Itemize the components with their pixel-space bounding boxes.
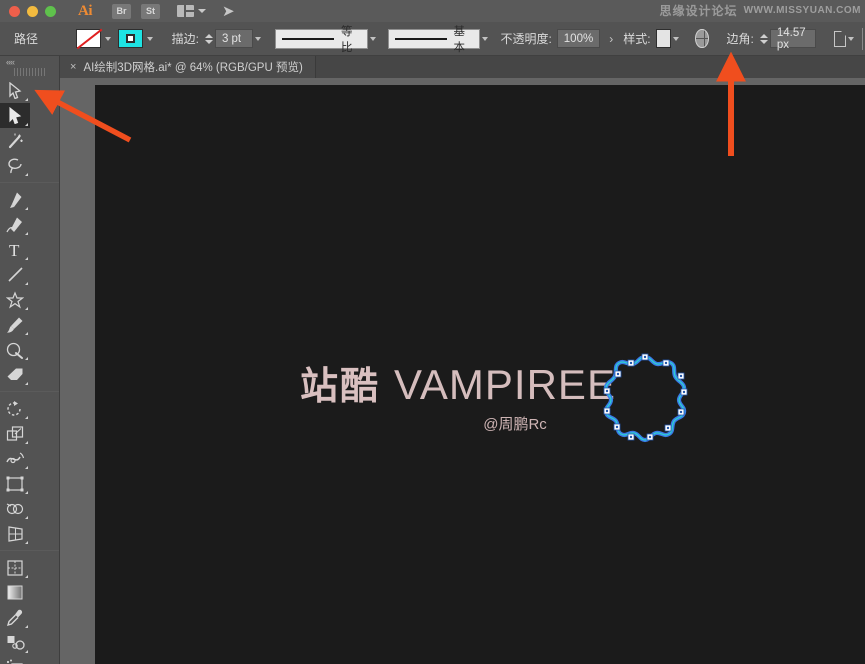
fill-control[interactable] (75, 29, 116, 48)
tool-symbol-sprayer[interactable] (0, 655, 30, 664)
window-controls[interactable] (9, 5, 56, 17)
brush-preview-line (394, 37, 447, 40)
close-icon[interactable]: × (70, 61, 76, 73)
tools-panel-drag-grip[interactable] (14, 68, 45, 76)
tool-perspective-grid[interactable] (0, 521, 30, 546)
forum-watermark: 思缘设计论坛 WWW.MISSYUAN.COM (660, 2, 861, 19)
selection-type-label: 路径 (14, 32, 39, 46)
opacity-more-button[interactable]: › (609, 32, 613, 46)
canvas-workspace[interactable]: 站酷 VAMPIREE @周鹏Rc (60, 78, 865, 664)
tool-curvature[interactable] (0, 212, 30, 237)
document-tab[interactable]: × AI绘制3D网格.ai* @ 64% (RGB/GPU 预览) (60, 56, 316, 78)
stock-button[interactable]: St (141, 3, 160, 19)
fill-swatch[interactable] (75, 29, 101, 48)
arrange-documents-icon (177, 5, 194, 17)
tool-paintbrush[interactable] (0, 312, 30, 337)
document-setup-icon[interactable] (834, 30, 847, 47)
document-setup-dropdown-icon[interactable] (846, 29, 856, 48)
tool-selection[interactable] (0, 103, 30, 128)
graphic-style-swatch[interactable] (655, 29, 671, 48)
recolor-artwork-icon[interactable] (695, 29, 709, 48)
tool-free-transform[interactable] (0, 471, 30, 496)
stroke-weight-dropdown-icon[interactable] (253, 29, 263, 48)
title-bar: Ai Br St ➤ 思缘设计论坛 WWW.MISSYUAN.COM (0, 0, 865, 22)
stroke-weight-label: 描边: (171, 32, 199, 46)
tool-width[interactable] (0, 446, 30, 471)
stroke-swatch[interactable] (117, 29, 143, 48)
stroke-profile-dropdown-icon[interactable] (368, 29, 378, 48)
stroke-weight-stepper[interactable] (204, 32, 213, 46)
control-bar: 路径 描边: 3 pt 等比 基本 不透明度: 100% › 样式: 边角: 1… (0, 22, 865, 56)
tool-blend[interactable] (0, 630, 30, 655)
brush-dropdown-icon[interactable] (480, 29, 490, 48)
corner-radius-field[interactable]: 14.57 px (769, 27, 817, 51)
tool-lasso[interactable] (0, 153, 30, 178)
tool-rotate[interactable] (0, 396, 30, 421)
artwork-group[interactable]: 站酷 VAMPIREE @周鹏Rc (300, 353, 695, 470)
arrange-documents-button[interactable] (177, 5, 206, 17)
tool-eraser[interactable] (0, 362, 30, 387)
illustrator-window: Ai Br St ➤ 思缘设计论坛 WWW.MISSYUAN.COM 路径 描边… (0, 0, 865, 664)
tool-magic-wand[interactable] (0, 128, 30, 153)
stroke-profile-select[interactable]: 等比 (275, 26, 368, 54)
stroke-dropdown-icon[interactable] (143, 29, 158, 48)
brand-en-text: VAMPIREE (394, 361, 616, 408)
bridge-button[interactable]: Br (112, 3, 131, 19)
tool-line-segment[interactable] (0, 262, 30, 287)
artboard[interactable]: 站酷 VAMPIREE @周鹏Rc (95, 85, 865, 664)
style-label: 样式: (623, 32, 651, 46)
watermark-url-text: WWW.MISSYUAN.COM (743, 5, 861, 16)
tool-type[interactable]: T (0, 237, 30, 262)
chevron-down-icon (198, 9, 206, 13)
maximize-window-button[interactable] (45, 5, 56, 17)
svg-text:T: T (9, 241, 20, 258)
tool-eyedropper[interactable] (0, 605, 30, 630)
tool-selection-direct[interactable] (0, 78, 30, 103)
tool-shaper[interactable] (0, 337, 30, 362)
corner-radius-stepper[interactable] (759, 32, 768, 46)
style-dropdown-icon[interactable] (671, 29, 681, 48)
document-tab-bar: × AI绘制3D网格.ai* @ 64% (RGB/GPU 预览) (60, 56, 865, 78)
brush-definition-select[interactable]: 基本 (387, 26, 481, 54)
stroke-color-control[interactable] (117, 29, 158, 48)
profile-preview-line (282, 37, 334, 40)
minimize-window-button[interactable] (27, 5, 38, 17)
brand-cn-text: 站酷 (300, 364, 381, 408)
tool-mesh[interactable] (0, 555, 30, 580)
close-window-button[interactable] (9, 5, 20, 17)
illustrator-logo-icon: Ai (78, 2, 93, 19)
profile-label: 等比 (340, 25, 353, 54)
fill-dropdown-icon[interactable] (101, 29, 116, 48)
tools-panel-collapse-handle[interactable]: «« (0, 56, 59, 68)
stroke-weight-field[interactable]: 3 pt (214, 29, 254, 48)
tool-gradient[interactable] (0, 580, 30, 605)
behance-bird-icon[interactable]: ➤ (222, 2, 235, 20)
tool-shape-star[interactable] (0, 287, 30, 312)
tool-pen[interactable] (0, 187, 30, 212)
scalloped-circle-path[interactable] (595, 349, 695, 452)
corner-label: 边角: (726, 32, 754, 46)
brush-label: 基本 (453, 25, 466, 54)
tool-shape-builder[interactable] (0, 496, 30, 521)
opacity-label: 不透明度: (500, 32, 552, 46)
tool-scale[interactable] (0, 421, 30, 446)
watermark-cn-text: 思缘设计论坛 (659, 4, 738, 18)
document-tab-title: AI绘制3D网格.ai* @ 64% (RGB/GPU 预览) (83, 62, 303, 74)
tools-panel: «« T (0, 56, 60, 664)
opacity-field[interactable]: 100% (556, 29, 601, 48)
